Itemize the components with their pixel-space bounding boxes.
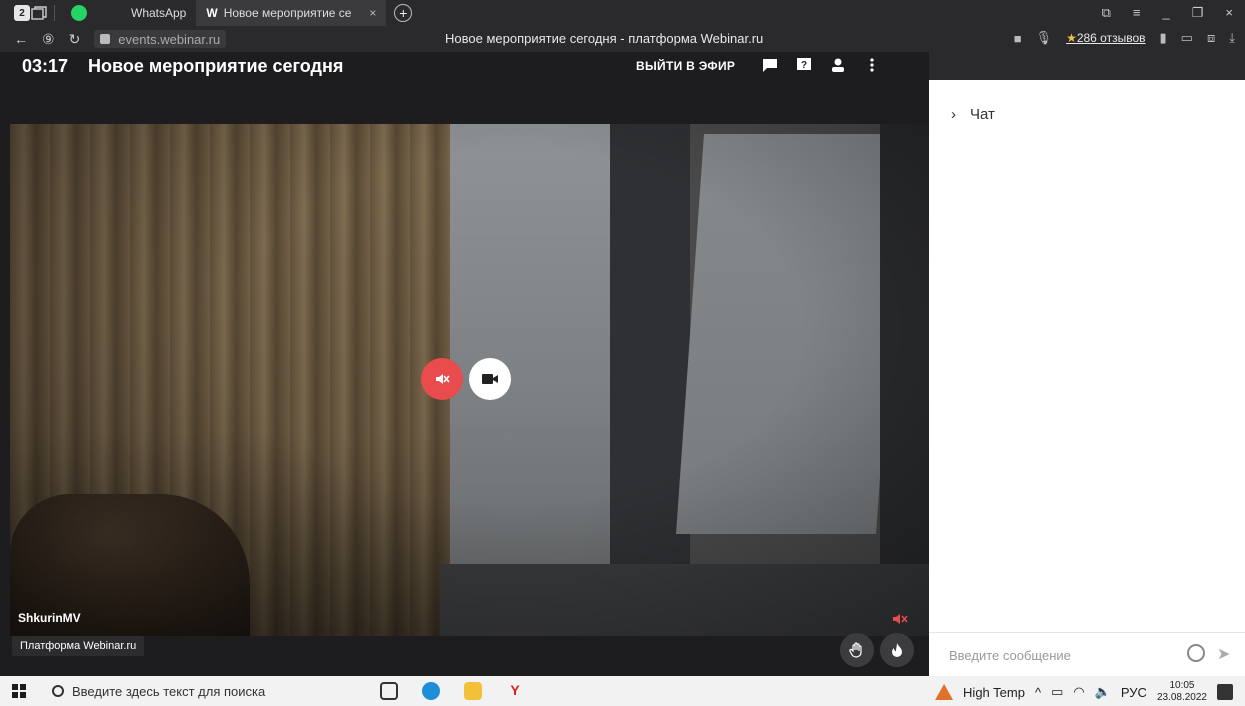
reviews-text: 286 отзывов: [1076, 31, 1146, 45]
chat-title: Чат: [970, 106, 995, 123]
task-view-icon[interactable]: [380, 682, 398, 700]
window-controls: ⧉ ≡ _ ❐ ×: [1102, 5, 1233, 21]
close-window-button[interactable]: ×: [1225, 5, 1233, 21]
mic-off-button[interactable]: [421, 358, 463, 400]
send-icon[interactable]: ➤: [1217, 644, 1230, 664]
url-field[interactable]: events.webinar.ru: [94, 30, 227, 48]
clock-date: 23.08.2022: [1156, 692, 1207, 703]
reload-icon[interactable]: ↻: [69, 31, 81, 48]
tab-whatsapp[interactable]: WhatsApp: [61, 0, 196, 26]
participants-icon[interactable]: [830, 57, 846, 73]
bookmark-icon[interactable]: ▮: [1160, 30, 1167, 46]
minimize-button[interactable]: _: [1163, 5, 1170, 21]
tab-webinar[interactable]: W Новое мероприятие се ×: [196, 0, 387, 26]
wifi-icon[interactable]: ◠: [1073, 684, 1084, 700]
url-text: events.webinar.ru: [118, 31, 221, 47]
new-tab-button[interactable]: +: [394, 4, 413, 22]
chat-toggle-icon[interactable]: [762, 57, 778, 73]
address-tools: ■ 🎙 ★286 отзывов ▮ ▭ ⧈ ⤓: [1014, 30, 1235, 46]
back-icon[interactable]: ←: [14, 31, 28, 47]
battery-icon[interactable]: ▭: [1051, 684, 1063, 700]
weather-warning-icon: [935, 684, 954, 700]
yandex-icon[interactable]: ⑨: [42, 31, 55, 48]
question-icon[interactable]: ?: [796, 57, 812, 73]
tab-label: Новое мероприятие се: [223, 6, 352, 20]
page-title: Новое мероприятие сегодня - платформа We…: [445, 31, 764, 46]
lock-icon: [100, 34, 111, 44]
star-icon: ★: [1066, 31, 1077, 45]
emoji-icon[interactable]: [1187, 644, 1205, 662]
system-tray: High Temp ^ ▭ ◠ 🔈 РУС 10:05 23.08.2022: [935, 680, 1233, 704]
event-title: Новое мероприятие сегодня: [88, 55, 344, 76]
tab-label: WhatsApp: [131, 6, 187, 20]
windows-taskbar: Введите здесь текст для поиска Y High Te…: [0, 676, 1245, 706]
screen: 2 WhatsApp W Новое мероприятие се × + ⧉ …: [0, 0, 1245, 706]
close-tab-icon[interactable]: ×: [369, 6, 376, 20]
chat-message-input[interactable]: [949, 648, 1179, 663]
tabs-icon[interactable]: [30, 5, 48, 21]
language-indicator[interactable]: РУС: [1121, 685, 1147, 700]
explorer-icon[interactable]: [464, 682, 482, 700]
whatsapp-icon: [71, 5, 87, 21]
extensions-icon[interactable]: ⧈: [1207, 30, 1215, 46]
chat-panel: › Чат ➤: [929, 80, 1245, 676]
volume-icon[interactable]: 🔈: [1095, 684, 1111, 700]
yandex-browser-icon[interactable]: Y: [506, 682, 524, 700]
event-timer: 03:17: [22, 55, 69, 76]
search-icon: [52, 685, 64, 697]
restore-button[interactable]: ❐: [1192, 5, 1204, 21]
chevron-right-icon: ›: [951, 106, 956, 123]
chevron-up-icon[interactable]: ^: [1035, 685, 1041, 700]
camera-button[interactable]: [469, 358, 511, 400]
camera-icon[interactable]: ■: [1014, 31, 1022, 46]
clock[interactable]: 10:05 23.08.2022: [1157, 680, 1207, 704]
muted-indicator-icon: [892, 612, 908, 624]
divider: [54, 5, 55, 21]
battery-icon[interactable]: ▭: [1181, 30, 1193, 46]
divider: [929, 632, 1245, 633]
reaction-button[interactable]: [880, 633, 914, 667]
download-icon[interactable]: ⤓: [1229, 30, 1235, 46]
browser-tab-bar: 2 WhatsApp W Новое мероприятие се × + ⧉ …: [0, 0, 1245, 26]
reviews-link[interactable]: ★286 отзывов: [1066, 31, 1145, 45]
search-placeholder: Введите здесь текст для поиска: [72, 683, 266, 699]
platform-badge: Платформа Webinar.ru: [12, 636, 145, 656]
chat-header[interactable]: › Чат: [951, 106, 995, 123]
webinar-icon: W: [206, 6, 218, 20]
taskbar-apps: Y: [380, 682, 524, 700]
edge-icon[interactable]: [422, 682, 440, 700]
more-menu-icon[interactable]: [864, 57, 880, 73]
menu-icon[interactable]: ≡: [1133, 5, 1141, 21]
svg-text:?: ?: [801, 60, 807, 71]
tab-count-badge[interactable]: 2: [14, 5, 30, 21]
mic-icon[interactable]: 🎙: [1036, 30, 1053, 46]
header-icons: ?: [762, 57, 880, 73]
webinar-header: 03:17 Новое мероприятие сегодня ВЫЙТИ В …: [0, 52, 929, 80]
go-live-button[interactable]: ВЫЙТИ В ЭФИР: [636, 59, 735, 73]
raise-hand-button[interactable]: [840, 633, 874, 667]
bookmark-collection-icon[interactable]: ⧉: [1102, 5, 1111, 21]
video-bottom-bar: [10, 636, 929, 676]
clock-time: 10:05: [1169, 680, 1195, 691]
taskbar-search[interactable]: Введите здесь текст для поиска: [52, 684, 265, 699]
participant-name: ShkurinMV: [18, 611, 81, 625]
weather-text[interactable]: High Temp: [963, 685, 1025, 700]
notifications-icon[interactable]: [1217, 684, 1233, 700]
start-icon[interactable]: [12, 684, 26, 698]
